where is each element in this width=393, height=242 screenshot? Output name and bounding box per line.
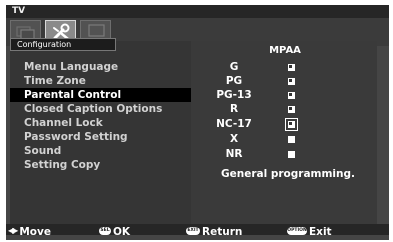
menu-item-password-setting[interactable]: Password Setting (14, 130, 196, 144)
hint-move: ◀▶ Move (8, 225, 51, 239)
sel-key-icon: SEL (99, 227, 111, 235)
rating-lock-pg-13[interactable] (288, 92, 295, 99)
menu-item-label: Menu Language (24, 61, 119, 73)
hint-move-label: Move (19, 226, 51, 238)
menu-item-channel-lock[interactable]: Channel Lock (14, 116, 196, 130)
option-key-icon: OPTION (287, 227, 307, 235)
menu-item-label: Sound (24, 145, 62, 157)
arrows-icon: ◀▶ (8, 226, 18, 235)
menu-item-time-zone[interactable]: Time Zone (14, 74, 196, 88)
menu-item-label: Channel Lock (24, 117, 103, 129)
rating-label-pg: PG (225, 75, 243, 87)
hint-return-label: Return (202, 226, 243, 238)
menu-item-menu-language[interactable]: Menu Language (14, 60, 196, 74)
menu-header: Configuration (10, 38, 116, 51)
rating-label-nc-17: NC-17 (216, 118, 252, 130)
menu-item-sound[interactable]: Sound (14, 144, 196, 158)
window-title: TV (12, 6, 26, 16)
menu-item-label: Time Zone (24, 75, 86, 87)
hint-return: EXIT Return (186, 225, 242, 239)
menu-item-label: Setting Copy (24, 159, 101, 171)
rating-lock-r[interactable] (288, 106, 295, 113)
menu-item-label: Parental Control (24, 89, 122, 101)
menu-item-setting-copy[interactable]: Setting Copy (14, 158, 196, 172)
rating-label-r: R (229, 103, 239, 115)
rating-lock-x[interactable] (288, 136, 295, 143)
rating-label-pg-13: PG-13 (216, 89, 252, 101)
exit-key-icon: EXIT (186, 227, 200, 235)
hint-exit: OPTION Exit (287, 225, 332, 239)
hint-ok: SEL OK (99, 225, 130, 239)
rating-lock-nc-17[interactable] (285, 118, 298, 131)
rating-lock-nr[interactable] (288, 151, 295, 158)
hint-ok-label: OK (113, 226, 131, 238)
menu-header-label: Configuration (17, 40, 72, 49)
rating-label-g: G (229, 61, 239, 73)
menu-item-parental-control[interactable]: Parental Control (10, 88, 192, 102)
rating-label-x: X (229, 133, 239, 145)
hint-exit-label: Exit (309, 226, 332, 238)
rating-label-nr: NR (225, 148, 243, 160)
menu-item-label: Password Setting (24, 131, 128, 143)
menu-item-closed-caption-options[interactable]: Closed Caption Options (14, 102, 196, 116)
rating-lock-pg[interactable] (288, 78, 295, 85)
rating-lock-g[interactable] (288, 64, 295, 71)
title-bar: TV (6, 5, 389, 18)
rating-description: General programming. (220, 168, 355, 180)
rating-system-title: MPAA (269, 45, 301, 56)
menu-item-label: Closed Caption Options (24, 103, 163, 115)
